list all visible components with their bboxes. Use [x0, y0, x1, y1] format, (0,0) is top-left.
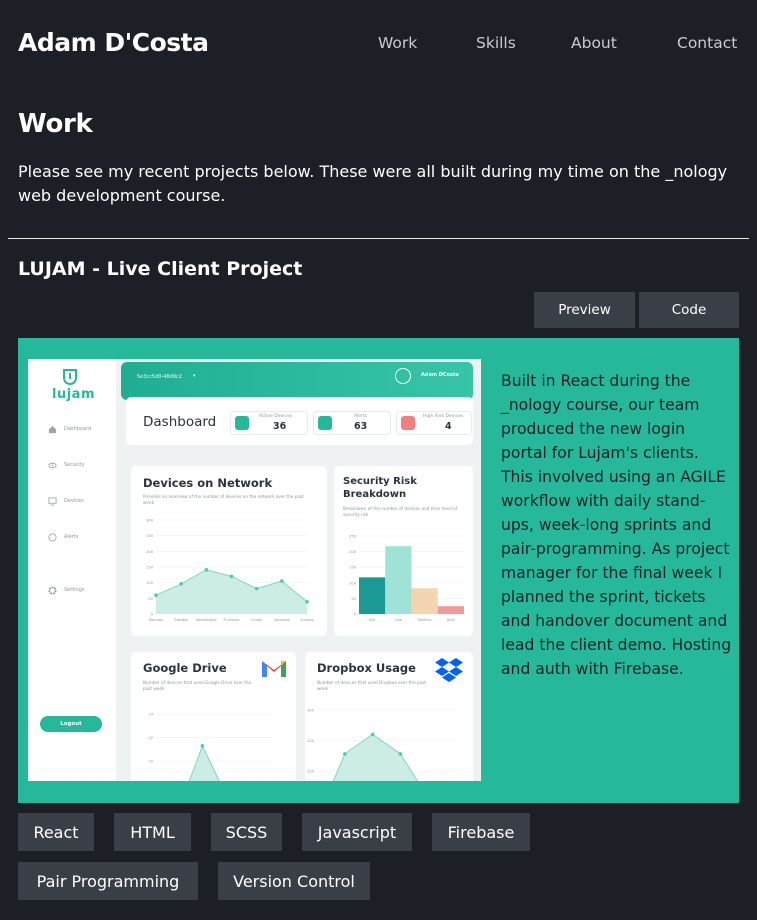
home-icon: [48, 425, 57, 434]
project-title: LUJAM - Live Client Project: [18, 258, 303, 280]
alert-icon: [48, 533, 57, 542]
nav-link-work[interactable]: Work: [378, 34, 417, 52]
y-tick-label: 150: [146, 566, 154, 570]
nav-link-skills[interactable]: Skills: [476, 34, 516, 52]
site-header: Adam D'Costa Work Skills About Contact: [0, 0, 757, 88]
gear-icon: [48, 586, 57, 595]
risk-bar: [437, 606, 464, 614]
site-logo-name[interactable]: Adam D'Costa: [18, 28, 209, 57]
y-tick-label: 10: [148, 760, 153, 764]
lujam-logo-icon: [63, 369, 77, 385]
x-tick-label: Medium: [417, 618, 432, 622]
y-tick-label: 50: [351, 597, 356, 601]
monitor-icon: [48, 497, 57, 506]
chart-point: [200, 744, 205, 748]
chart-point: [229, 574, 234, 579]
risk-bar: [385, 546, 412, 614]
devices-chart-card: Devices on Network Provides an overview …: [131, 466, 327, 636]
devices-area-chart: 300 250 200 150 100 50 0Monday Tuesday Wednesday…: [146, 519, 314, 623]
gdrive-chart-card: Google Drive Number of devices that used…: [131, 652, 296, 781]
screenshot-brand: lujam: [52, 387, 95, 402]
chart-point: [154, 593, 158, 597]
preview-button[interactable]: Preview: [534, 292, 635, 328]
y-tick-label: 100: [349, 581, 357, 585]
x-tick-label: Monday: [149, 618, 164, 622]
dropbox-chart-card: Dropbox Usage Number of devices that use…: [305, 652, 473, 781]
x-tick-label: High: [447, 618, 455, 622]
project-screenshot: lujam Dashboard Security Devices Alerts …: [28, 359, 481, 781]
devices-stat-icon: [235, 416, 249, 430]
y-tick-label: 300: [307, 709, 315, 713]
risk-chart-card: Security Risk Breakdown Breakdown of the…: [334, 466, 473, 636]
user-avatar-icon: [395, 368, 411, 384]
tag-version-control: Version Control: [218, 862, 370, 900]
y-tick-label: 0: [354, 613, 357, 617]
chart-point: [254, 586, 259, 591]
risk-bar: [359, 577, 386, 614]
y-tick-label: 50: [148, 597, 153, 601]
chart-point: [398, 752, 403, 756]
user-name: Adam DCosta: [421, 372, 459, 378]
tag-react: React: [18, 813, 94, 851]
x-tick-label: Wednesday: [196, 618, 218, 622]
tag-html: HTML: [114, 813, 191, 851]
eye-icon: [48, 462, 57, 469]
y-tick-label: 14: [148, 713, 153, 717]
stat-alerts: Alerts 63: [313, 411, 391, 435]
project-description: Built in React during the _nology course…: [501, 372, 732, 678]
x-tick-label: Sunday: [300, 618, 314, 622]
chart-point: [305, 599, 309, 604]
y-tick-label: 300: [146, 519, 154, 523]
section-divider: [8, 238, 749, 239]
x-tick-label: Low: [395, 618, 402, 622]
chart-point: [179, 582, 183, 586]
y-tick-label: 250: [349, 535, 357, 539]
bell-stat-icon: [318, 416, 332, 430]
y-tick-label: 200: [349, 550, 357, 554]
y-tick-label: 100: [146, 581, 154, 585]
dashboard-header-card: Dashboard Active Devices 36 Alerts 63 Hi…: [126, 397, 473, 445]
logout-button: Logout: [40, 716, 102, 732]
y-tick-label: 0: [151, 613, 154, 617]
tag-firebase: Firebase: [432, 813, 530, 851]
chart-point: [343, 752, 347, 756]
stat-active-devices: Active Devices 36: [230, 411, 308, 435]
x-tick-label: N/A: [369, 618, 376, 622]
x-tick-label: Friday: [251, 618, 263, 622]
x-tick-label: Tuesday: [173, 618, 189, 622]
screenshot-sidebar: lujam Dashboard Security Devices Alerts …: [28, 359, 116, 781]
dropbox-area-chart: 300250200150100: [307, 709, 456, 781]
gdrive-area-chart: 141210864: [148, 713, 272, 781]
y-tick-label: 12: [148, 736, 153, 740]
screenshot-topbar: 5e3cc5d0-48d9c2 ▾ Adam DCosta: [121, 362, 473, 400]
chart-point: [204, 568, 209, 572]
work-intro-text: Please see my recent projects below. The…: [18, 162, 728, 205]
x-tick-label: Saturday: [274, 618, 291, 622]
y-tick-label: 250: [307, 739, 315, 743]
warning-stat-icon: [401, 416, 415, 430]
project-card: lujam Dashboard Security Devices Alerts …: [18, 338, 739, 803]
tag-scss: SCSS: [211, 813, 282, 851]
y-tick-label: 150: [349, 566, 357, 570]
section-title-work: Work: [18, 109, 93, 139]
risk-bar-chart: 250 200 150 100 50 0 N/A Low Medium High: [349, 535, 464, 622]
y-tick-label: 200: [146, 550, 154, 554]
y-tick-label: 250: [146, 534, 154, 538]
stat-high-risk: High Risk Devices 4: [396, 411, 472, 435]
chevron-down-icon: ▾: [193, 373, 196, 379]
nav-link-about[interactable]: About: [571, 34, 617, 52]
chart-point: [370, 732, 375, 737]
nav-link-contact[interactable]: Contact: [677, 34, 737, 52]
tag-pair-programming: Pair Programming: [18, 862, 198, 900]
risk-bar: [411, 588, 438, 614]
device-id: 5e3cc5d0-48d9c2: [137, 374, 182, 380]
tag-javascript: Javascript: [302, 813, 412, 851]
x-tick-label: Thursday: [222, 618, 241, 622]
dashboard-title: Dashboard: [143, 414, 217, 430]
chart-point: [280, 579, 284, 583]
y-tick-label: 200: [307, 770, 315, 774]
code-button[interactable]: Code: [639, 292, 739, 328]
